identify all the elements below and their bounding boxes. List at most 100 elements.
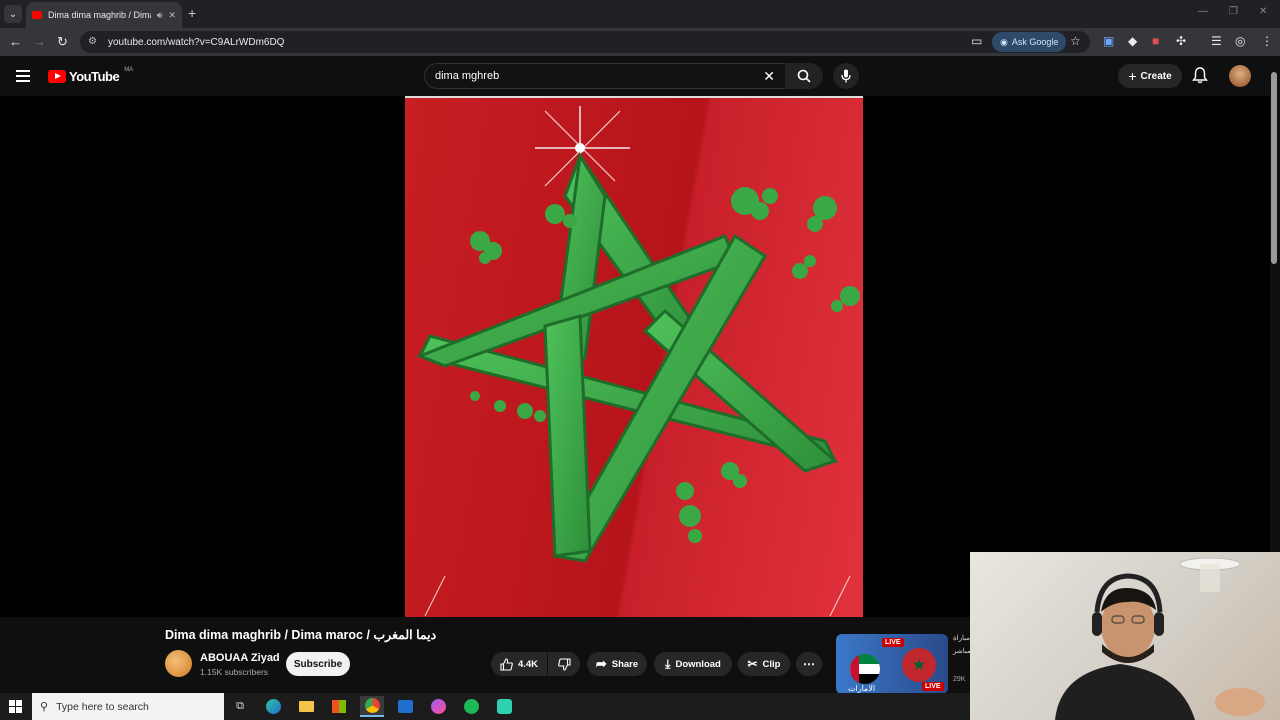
region-code: MA bbox=[124, 66, 134, 73]
share-button[interactable]: ➦ Share bbox=[587, 652, 647, 676]
subscriber-count: 1.15K subscribers bbox=[200, 667, 269, 677]
dislike-button[interactable] bbox=[548, 652, 580, 676]
forward-arrow-icon[interactable]: → bbox=[33, 34, 46, 49]
extension-red-icon[interactable]: ■ bbox=[1152, 34, 1159, 48]
browser-tab-active[interactable]: Dima dima maghrib / Dima 🔊︎ ✕ bbox=[26, 2, 182, 28]
windows-taskbar: ⚲ Type here to search ⧉ bbox=[0, 693, 970, 720]
extension-diamond-icon[interactable]: ◆ bbox=[1128, 34, 1137, 48]
like-count: 4.4K bbox=[517, 658, 539, 670]
messenger-icon[interactable] bbox=[426, 696, 450, 717]
edge-browser-icon[interactable] bbox=[261, 696, 285, 717]
notifications-button[interactable] bbox=[1192, 67, 1208, 89]
clear-search-icon[interactable]: ✕ bbox=[763, 68, 775, 85]
like-button[interactable]: 4.4K bbox=[491, 652, 547, 676]
taskbar-search-placeholder: Type here to search bbox=[56, 700, 149, 713]
channel-name[interactable]: ABOUAA Ziyad bbox=[200, 652, 280, 664]
ask-google-label: Ask Google bbox=[1011, 37, 1059, 47]
windows-start-icon[interactable] bbox=[9, 700, 22, 713]
morocco-flag-icon: ★ bbox=[902, 648, 936, 682]
tab-title: Dima dima maghrib / Dima bbox=[48, 10, 151, 20]
restore-window-button[interactable]: ❐ bbox=[1229, 6, 1238, 17]
task-view-icon[interactable]: ⧉ bbox=[228, 696, 252, 717]
search-icon: ⚲ bbox=[40, 701, 49, 713]
youtube-wordmark: YouTube bbox=[69, 69, 120, 84]
up-next-view-count: 29K bbox=[953, 676, 966, 683]
search-input[interactable] bbox=[435, 70, 755, 82]
create-button[interactable]: + Create bbox=[1118, 64, 1182, 88]
cast-icon[interactable]: ▭ bbox=[971, 34, 982, 48]
youtube-logo[interactable]: YouTube MA bbox=[48, 66, 134, 84]
lens-icon: ◉ bbox=[1000, 36, 1008, 47]
webcam-overlay bbox=[970, 552, 1280, 720]
video-player[interactable] bbox=[0, 96, 1270, 617]
youtube-favicon-icon bbox=[32, 11, 42, 19]
profile-icon[interactable]: ◎ bbox=[1235, 34, 1245, 48]
address-bar[interactable]: ⚙ youtube.com/watch?v=C9ALrWDm6DQ bbox=[80, 31, 1090, 53]
more-actions-button[interactable]: ⋯ bbox=[796, 652, 822, 676]
uae-flag-icon bbox=[850, 654, 880, 684]
search-box: ✕ bbox=[424, 63, 786, 89]
video-progress-line[interactable] bbox=[405, 96, 863, 98]
download-button[interactable]: ⤓ Download bbox=[654, 652, 732, 676]
thumbs-down-icon bbox=[557, 657, 571, 671]
voice-search-button[interactable] bbox=[833, 63, 859, 89]
search-icon bbox=[797, 69, 811, 83]
subscribe-button[interactable]: Subscribe bbox=[286, 652, 350, 676]
bell-icon bbox=[1192, 67, 1208, 84]
up-next-title-fragment[interactable]: مباراة bbox=[953, 634, 970, 642]
minimize-window-button[interactable]: — bbox=[1198, 6, 1208, 17]
up-next-thumbnail[interactable]: LIVE ★ LIVE الامارات bbox=[836, 634, 948, 694]
translate-extension-icon[interactable]: ▣ bbox=[1103, 34, 1114, 48]
audio-playing-icon[interactable]: 🔊︎ bbox=[157, 10, 163, 21]
live-badge: LIVE bbox=[882, 638, 904, 647]
account-avatar[interactable] bbox=[1229, 65, 1251, 87]
close-tab-icon[interactable]: ✕ bbox=[168, 10, 176, 21]
bookmark-star-icon[interactable]: ☆ bbox=[1070, 34, 1081, 48]
channel-avatar[interactable] bbox=[165, 650, 192, 677]
thumbnail-caption: الامارات bbox=[848, 684, 876, 693]
address-url: youtube.com/watch?v=C9ALrWDm6DQ bbox=[108, 36, 285, 48]
page-scrollbar[interactable] bbox=[1270, 60, 1278, 272]
browser-tab-strip: ⌄ Dima dima maghrib / Dima 🔊︎ ✕ + — ❐ ✕ bbox=[0, 0, 1280, 28]
search-button[interactable] bbox=[785, 63, 823, 89]
browser-toolbar: ← → ↻ ⚙ youtube.com/watch?v=C9ALrWDm6DQ … bbox=[0, 28, 1280, 56]
moroccan-star-artwork bbox=[415, 106, 860, 617]
media-controls-icon[interactable]: ☰ bbox=[1211, 34, 1222, 48]
taskbar-search-box[interactable]: ⚲ Type here to search bbox=[32, 693, 224, 720]
clip-button[interactable]: ✂ Clip bbox=[738, 652, 790, 676]
video-title: Dima dima maghrib / Dima maroc / ديما ال… bbox=[165, 628, 437, 642]
microphone-icon bbox=[841, 69, 851, 83]
guide-menu-icon[interactable] bbox=[16, 70, 30, 82]
plus-icon: + bbox=[1128, 68, 1137, 84]
video-frame[interactable] bbox=[405, 96, 863, 617]
live-badge: LIVE bbox=[922, 682, 944, 691]
scrollbar-thumb[interactable] bbox=[1271, 72, 1277, 264]
back-arrow-icon[interactable]: ← bbox=[9, 34, 22, 49]
clip-label: Clip bbox=[762, 658, 781, 670]
new-tab-button[interactable]: + bbox=[188, 5, 196, 21]
chrome-menu-icon[interactable]: ⋮ bbox=[1261, 34, 1273, 48]
reload-icon[interactable]: ↻ bbox=[57, 34, 68, 50]
extensions-puzzle-icon[interactable]: ✣ bbox=[1176, 34, 1186, 48]
download-label: Download bbox=[675, 658, 721, 670]
share-arrow-icon: ➦ bbox=[595, 656, 607, 671]
up-next-title-fragment[interactable]: مباشر bbox=[953, 647, 971, 655]
ask-google-button[interactable]: ◉ Ask Google bbox=[992, 32, 1067, 52]
chrome-browser-icon[interactable] bbox=[360, 696, 384, 717]
create-label: Create bbox=[1140, 70, 1172, 82]
close-window-button[interactable]: ✕ bbox=[1259, 6, 1267, 17]
youtube-header: YouTube MA ✕ + Create bbox=[0, 56, 1280, 96]
spotify-icon[interactable] bbox=[459, 696, 483, 717]
scissors-icon: ✂ bbox=[747, 657, 758, 671]
site-info-icon[interactable]: ⚙ bbox=[88, 36, 100, 48]
more-horizontal-icon: ⋯ bbox=[803, 657, 815, 671]
thumbs-up-icon bbox=[500, 657, 513, 671]
capcut-app-icon[interactable] bbox=[492, 696, 516, 717]
outlook-icon[interactable] bbox=[393, 696, 417, 717]
webcam-person-image bbox=[1055, 557, 1265, 720]
file-explorer-icon[interactable] bbox=[294, 696, 318, 717]
tab-search-chevron-icon[interactable]: ⌄ bbox=[4, 5, 22, 23]
microsoft-store-icon[interactable] bbox=[327, 696, 351, 717]
youtube-play-logo-icon bbox=[48, 70, 66, 83]
download-icon: ⤓ bbox=[665, 656, 671, 671]
